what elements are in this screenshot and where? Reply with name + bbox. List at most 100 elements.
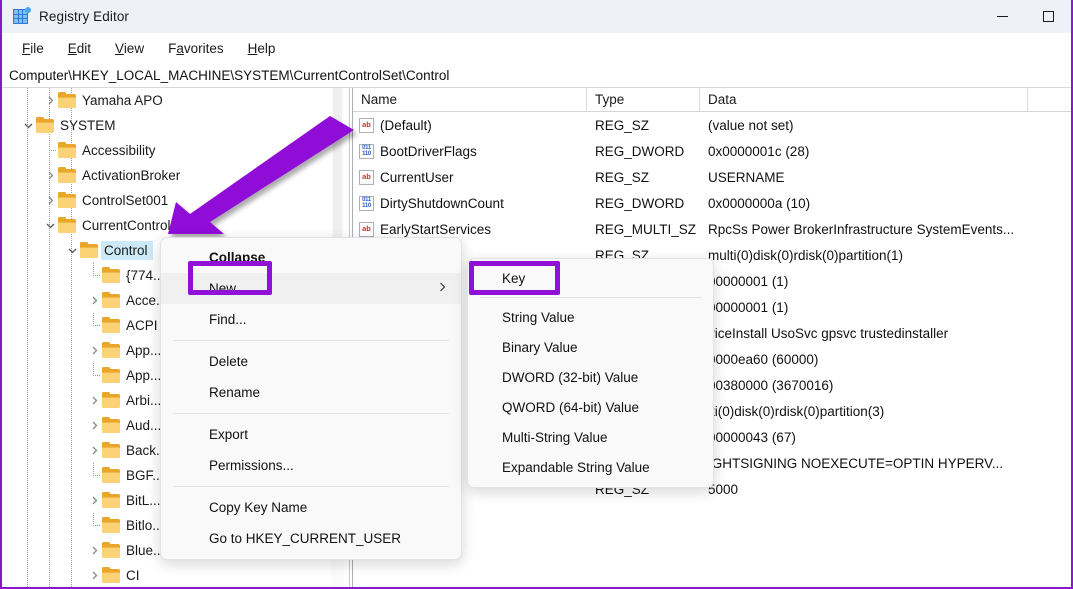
value-data-cell: 5000 <box>708 481 739 497</box>
menu-help[interactable]: Help <box>236 38 288 59</box>
tree-item-controlset001[interactable]: ControlSet001 <box>2 188 337 213</box>
context-menu-item-export[interactable]: Export <box>161 419 461 450</box>
address-bar[interactable]: Computer\HKEY_LOCAL_MACHINE\SYSTEM\Curre… <box>2 63 1071 88</box>
tree-connector <box>86 313 102 338</box>
column-header-data[interactable]: Data <box>700 88 1028 112</box>
folder-icon <box>102 441 120 458</box>
menu-favorites[interactable]: Favorites <box>156 38 236 59</box>
chevron-right-icon[interactable] <box>86 288 102 313</box>
tree-connector <box>86 463 102 488</box>
value-name-cell: 011 110 BootDriverFlags <box>353 143 587 159</box>
submenu-item-qword-64-bit-value[interactable]: QWORD (64-bit) Value <box>468 392 713 422</box>
tree-item-yamaha-apo[interactable]: Yamaha APO <box>2 88 337 113</box>
tree-item-label: CI <box>126 568 140 583</box>
chevron-right-icon[interactable] <box>86 488 102 513</box>
value-row[interactable]: ab CurrentUser REG_SZ USERNAME <box>353 164 1071 190</box>
context-menu-item-find[interactable]: Find... <box>161 304 461 335</box>
tree-item-label: App... <box>126 368 162 383</box>
column-header-type[interactable]: Type <box>587 88 700 112</box>
folder-icon <box>102 341 120 358</box>
value-data-cell: 0x0000001c (28) <box>708 143 810 159</box>
chevron-right-icon[interactable] <box>86 538 102 563</box>
tree-item-label: Arbi... <box>126 393 162 408</box>
context-menu-item-permissions[interactable]: Permissions... <box>161 450 461 481</box>
folder-icon <box>102 266 120 283</box>
chevron-right-icon[interactable] <box>86 413 102 438</box>
folder-icon <box>58 216 76 233</box>
value-name-cell: ab CurrentUser <box>353 169 587 185</box>
value-row[interactable]: ab (Default) REG_SZ (value not set) <box>353 112 1071 138</box>
chevron-right-icon[interactable] <box>42 188 58 213</box>
window-title: Registry Editor <box>39 9 130 24</box>
menu-file[interactable]: File <box>10 38 56 59</box>
tree-item-accessibility[interactable]: Accessibility <box>2 138 337 163</box>
folder-icon <box>80 241 98 258</box>
folder-icon <box>102 541 120 558</box>
string-value-icon: ab <box>359 117 374 133</box>
chevron-right-icon[interactable] <box>86 338 102 363</box>
tree-item-label: {774... <box>126 268 165 283</box>
menu-view[interactable]: View <box>103 38 156 59</box>
value-name-text: DirtyShutdownCount <box>380 195 504 211</box>
chevron-down-icon[interactable] <box>42 213 58 238</box>
chevron-down-icon[interactable] <box>20 113 36 138</box>
chevron-right-icon[interactable] <box>86 563 102 587</box>
value-name-cell: ab (Default) <box>353 117 587 133</box>
column-header-name[interactable]: Name <box>353 88 587 112</box>
submenu-item-expandable-string-value[interactable]: Expandable String Value <box>468 452 713 482</box>
context-menu-item-label: Copy Key Name <box>209 500 308 515</box>
title-bar: Registry Editor <box>2 0 1071 33</box>
tree-item-label: ACPI <box>126 318 158 333</box>
folder-icon <box>58 141 76 158</box>
value-name-text: BootDriverFlags <box>380 143 477 159</box>
chevron-right-icon[interactable] <box>86 438 102 463</box>
folder-icon <box>58 91 76 108</box>
chevron-right-icon[interactable] <box>86 388 102 413</box>
menu-separator <box>173 486 449 487</box>
menu-edit[interactable]: Edit <box>56 38 103 59</box>
values-list-header: Name Type Data <box>353 88 1071 112</box>
tree-item-label: BGF... <box>126 468 164 483</box>
tree-item-label: ControlSet001 <box>82 193 169 208</box>
context-menu-item-delete[interactable]: Delete <box>161 346 461 377</box>
tree-item-label: Yamaha APO <box>82 93 163 108</box>
folder-icon <box>58 166 76 183</box>
value-type-cell: REG_DWORD <box>595 143 685 159</box>
context-menu-item-copy-key-name[interactable]: Copy Key Name <box>161 492 461 523</box>
string-value-icon: ab <box>359 169 374 185</box>
tree-item-label: Blue... <box>126 543 165 558</box>
folder-icon <box>102 466 120 483</box>
context-menu: Collapse New Find... Delete Rename Export Perm… <box>160 237 462 560</box>
address-path: Computer\HKEY_LOCAL_MACHINE\SYSTEM\Curre… <box>9 67 450 83</box>
context-menu-item-rename[interactable]: Rename <box>161 377 461 408</box>
submenu-item-binary-value[interactable]: Binary Value <box>468 332 713 362</box>
chevron-down-icon[interactable] <box>64 238 80 263</box>
submenu-item-string-value[interactable]: String Value <box>468 302 713 332</box>
value-name-text: (Default) <box>380 117 432 133</box>
value-row[interactable]: 011 110 DirtyShutdownCount REG_DWORD 0x00000… <box>353 190 1071 216</box>
tree-item-currentcontrolset[interactable]: CurrentControlSet <box>2 213 337 238</box>
tree-item-activationbroker[interactable]: ActivationBroker <box>2 163 337 188</box>
folder-icon <box>102 366 120 383</box>
context-menu-item-go-to-hkey-current-user[interactable]: Go to HKEY_CURRENT_USER <box>161 523 461 554</box>
chevron-right-icon[interactable] <box>42 163 58 188</box>
dword-value-icon: 011 110 <box>359 195 374 211</box>
value-row[interactable]: 011 110 BootDriverFlags REG_DWORD 0x0000001c… <box>353 138 1071 164</box>
context-menu-item-label: Find... <box>209 312 247 327</box>
chevron-right-icon[interactable] <box>42 88 58 113</box>
value-data-cell: RpcSs Power BrokerInfrastructure SystemE… <box>708 221 1015 237</box>
context-menu-item-collapse[interactable]: Collapse <box>161 242 461 273</box>
submenu-item-multi-string-value[interactable]: Multi-String Value <box>468 422 713 452</box>
submenu-separator <box>480 297 701 298</box>
submenu-item-key[interactable]: Key <box>468 263 713 293</box>
submenu-item-dword-32-bit-value[interactable]: DWORD (32-bit) Value <box>468 362 713 392</box>
tree-item-system[interactable]: SYSTEM <box>2 113 337 138</box>
tree-item-ci[interactable]: CI <box>2 563 337 587</box>
minimize-button[interactable] <box>979 0 1025 33</box>
chevron-right-icon <box>438 281 447 296</box>
maximize-button[interactable] <box>1025 0 1071 33</box>
context-menu-item-new[interactable]: New <box>161 273 461 304</box>
value-name-text: EarlyStartServices <box>380 221 492 237</box>
value-row[interactable]: ab EarlyStartServices REG_MULTI_SZ RpcSs Po… <box>353 216 1071 242</box>
column-header-filler <box>1028 88 1036 112</box>
